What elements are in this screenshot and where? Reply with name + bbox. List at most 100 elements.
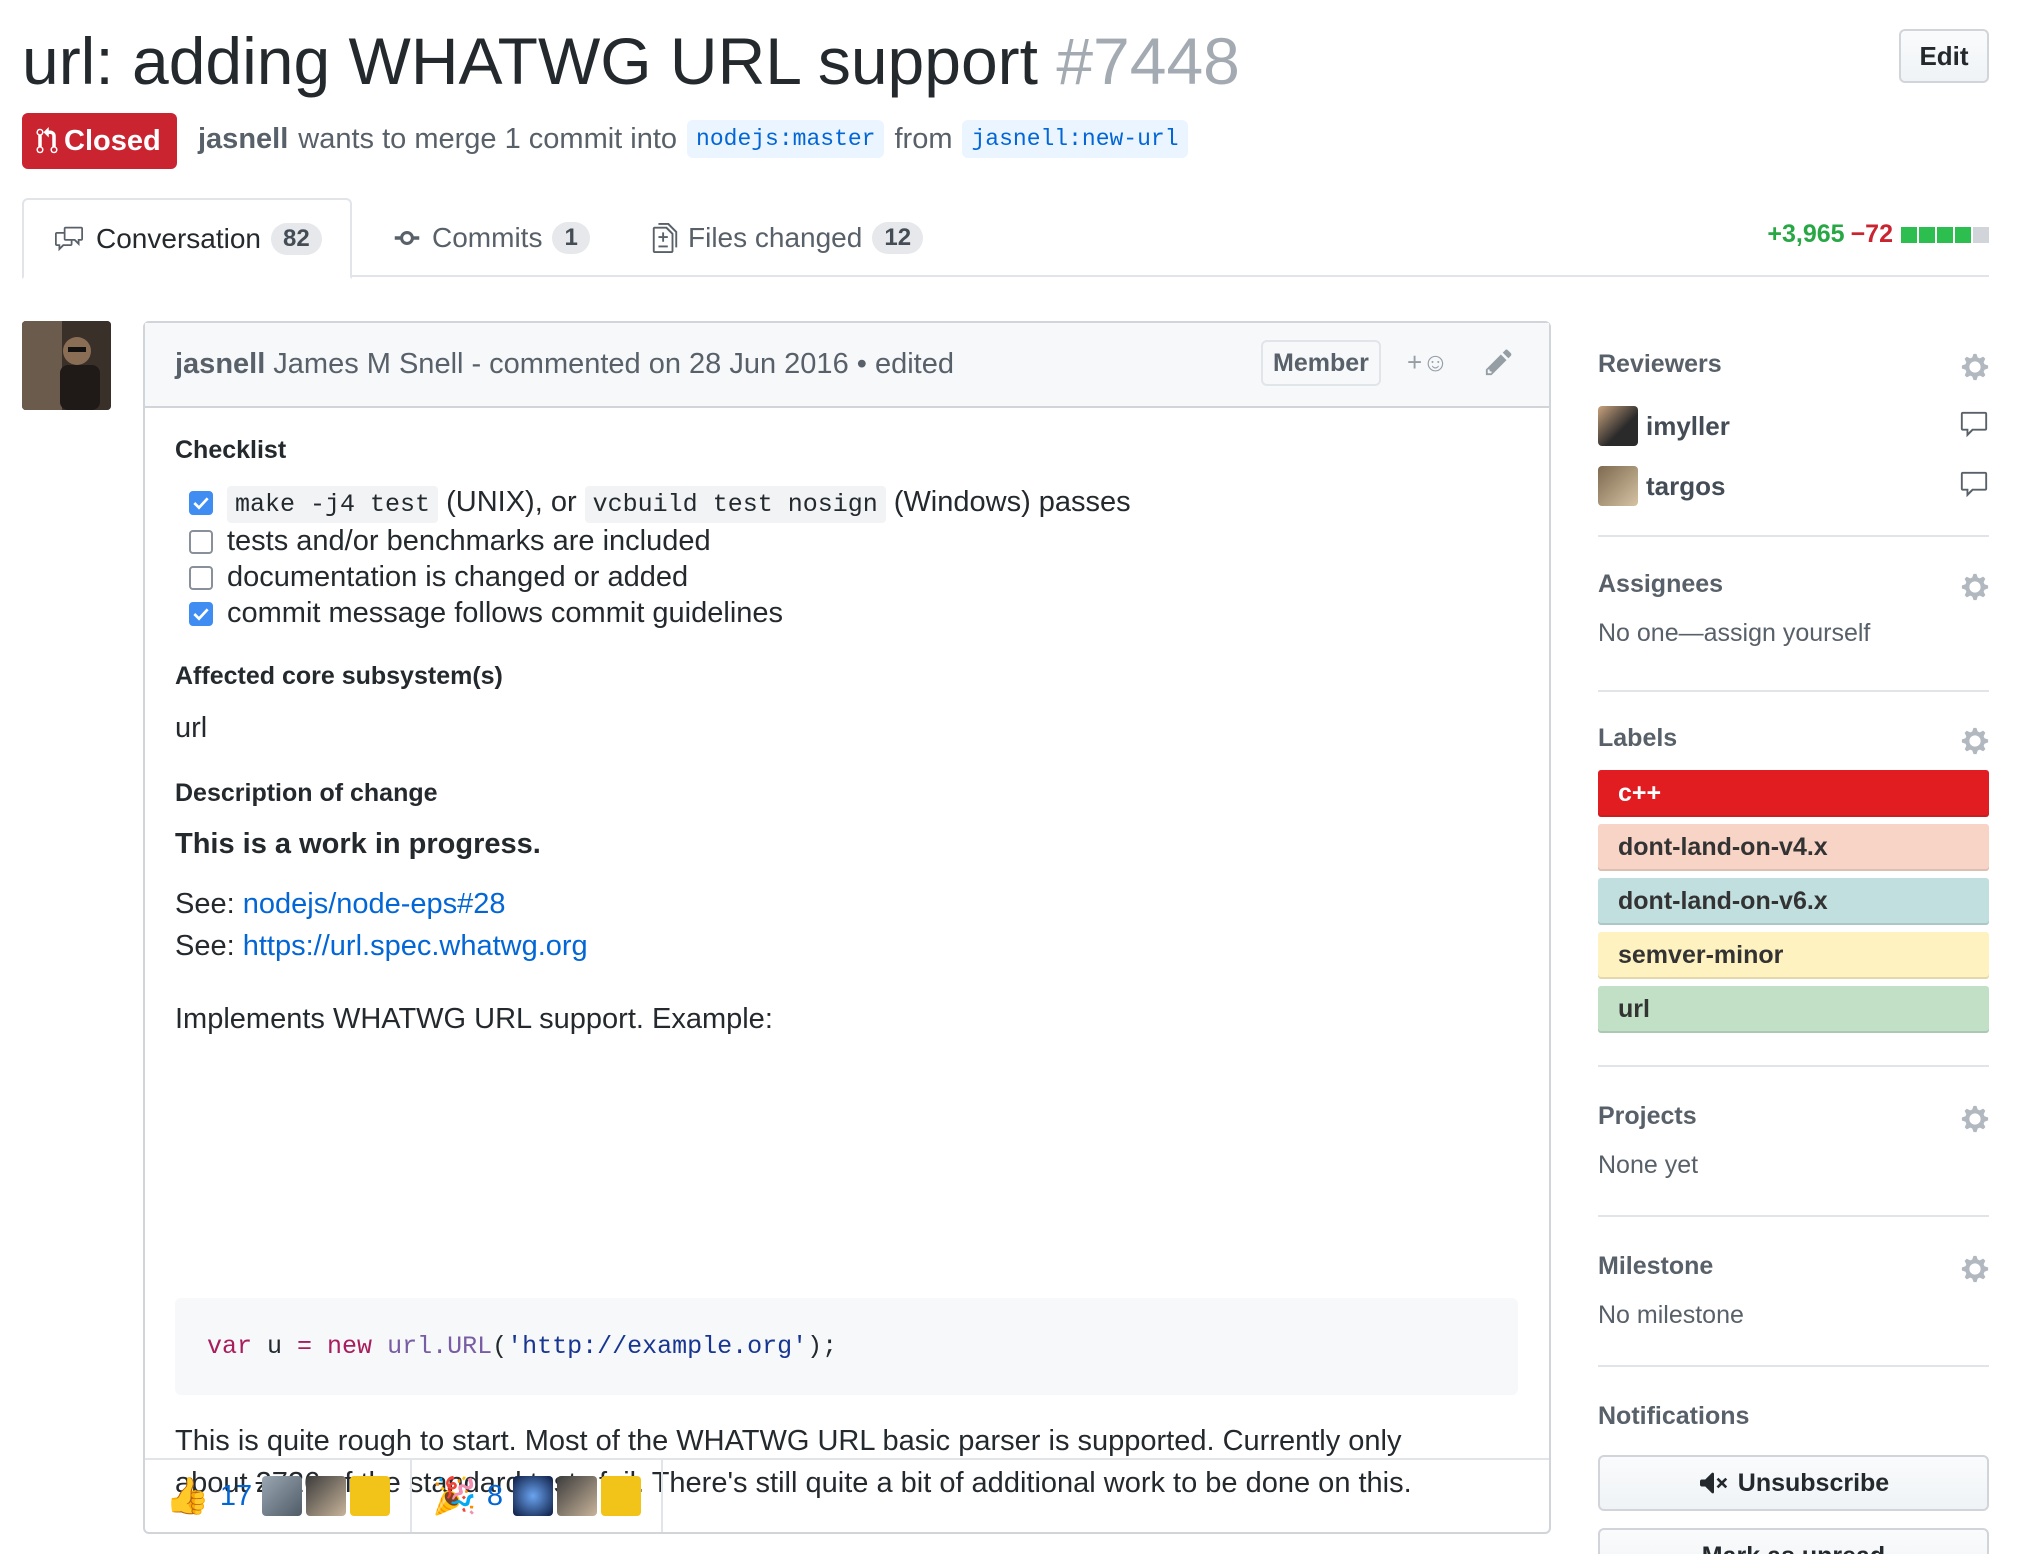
divider xyxy=(1598,1215,1989,1217)
assign-yourself-link[interactable]: No one—assign yourself xyxy=(1598,619,1989,648)
task-checkbox[interactable] xyxy=(189,490,213,515)
gear-icon[interactable] xyxy=(1961,1254,1989,1284)
reviewer-name: imyller xyxy=(1646,410,1730,441)
diffstat: +3,965 −72 xyxy=(1767,220,1989,249)
status-badge: Closed xyxy=(22,113,177,169)
pr-title-text: url: adding WHATWG URL support xyxy=(22,24,1038,98)
pr-author-link[interactable]: jasnell xyxy=(198,123,288,156)
inline-code: make -j4 test xyxy=(227,486,439,523)
diffstat-bar xyxy=(1899,226,1989,243)
pull-request-icon xyxy=(36,127,58,154)
comment-author[interactable]: jasnell xyxy=(175,348,265,381)
reviewer-item[interactable]: imyller xyxy=(1598,406,1730,446)
reviewers-section: Reviewers xyxy=(1598,350,1989,382)
reaction-count: 17 xyxy=(219,1479,253,1512)
reaction-count: 8 xyxy=(486,1479,504,1512)
task-item: tests and/or benchmarks are included xyxy=(189,525,711,558)
base-branch[interactable]: nodejs:master xyxy=(687,120,885,158)
comment-icon xyxy=(1960,411,1988,438)
wip-text: This is a work in progress. xyxy=(175,828,541,860)
mark-unread-button[interactable]: Mark as unread xyxy=(1598,1528,1989,1554)
tab-files-label: Files changed xyxy=(688,221,863,253)
task-text: (Windows) passes xyxy=(893,486,1131,518)
see-label: See: xyxy=(175,930,235,962)
tab-conversation[interactable]: Conversation 82 xyxy=(22,198,352,279)
tab-conversation-count: 82 xyxy=(270,222,322,255)
label-url[interactable]: url xyxy=(1598,986,1989,1033)
node-eps-link[interactable]: nodejs/node-eps#28 xyxy=(243,888,506,920)
code-paren: ( xyxy=(492,1332,508,1361)
mute-icon xyxy=(1699,1472,1727,1494)
reactions-bar: 👍 17 🎉 8 xyxy=(145,1458,1549,1532)
task-checkbox[interactable] xyxy=(189,601,213,626)
edit-button[interactable]: Edit xyxy=(1899,29,1989,83)
milestone-title[interactable]: Milestone xyxy=(1598,1252,1989,1281)
pr-number: #7448 xyxy=(1056,24,1240,98)
milestone-value: No milestone xyxy=(1598,1301,1744,1329)
label-dont-land-v4[interactable]: dont-land-on-v4.x xyxy=(1598,824,1989,871)
comment-discussion-icon xyxy=(55,226,83,251)
pr-title: url: adding WHATWG URL support #7448 xyxy=(22,22,1240,100)
tab-files-changed[interactable]: Files changed 12 xyxy=(652,198,924,277)
checklist-heading: Checklist xyxy=(175,436,287,464)
comment-full-name: James M Snell xyxy=(273,348,464,380)
avatar[interactable] xyxy=(22,321,111,410)
notifications-section: Notifications xyxy=(1598,1402,1989,1431)
avatar xyxy=(262,1476,303,1516)
party-popper-icon: 🎉 xyxy=(432,1475,477,1516)
reaction-hooray[interactable]: 🎉 8 xyxy=(412,1460,664,1532)
gear-icon[interactable] xyxy=(1961,572,1989,602)
notifications-title: Notifications xyxy=(1598,1402,1750,1430)
subsystem-value: url xyxy=(175,712,208,744)
inline-code: vcbuild test nosign xyxy=(584,486,886,523)
comment-box: jasnell James M Snell - commented on 28 … xyxy=(143,321,1551,1534)
task-text: documentation is changed or added xyxy=(227,561,689,593)
unsubscribe-button[interactable]: Unsubscribe xyxy=(1598,1455,1989,1511)
reviewers-title[interactable]: Reviewers xyxy=(1598,350,1989,379)
status-text: Closed xyxy=(64,124,161,157)
avatar xyxy=(350,1476,391,1516)
code-keyword: var xyxy=(207,1332,253,1361)
whatwg-spec-link[interactable]: https://url.spec.whatwg.org xyxy=(243,930,588,962)
tab-commits-count: 1 xyxy=(552,221,590,254)
tab-commits[interactable]: Commits 1 xyxy=(392,198,590,277)
milestone-section: Milestone No milestone xyxy=(1598,1252,1989,1330)
gear-icon[interactable] xyxy=(1961,1104,1989,1134)
labels-title[interactable]: Labels xyxy=(1598,724,1989,753)
gear-icon[interactable] xyxy=(1961,352,1989,382)
merge-text: wants to merge 1 commit into xyxy=(298,122,678,155)
gear-icon[interactable] xyxy=(1961,726,1989,756)
commit-icon xyxy=(394,230,420,245)
label-cpp[interactable]: c++ xyxy=(1598,770,1989,817)
implements-text: Implements WHATWG URL support. Example: xyxy=(175,1003,773,1035)
tab-files-count: 12 xyxy=(872,221,924,254)
label-dont-land-v6[interactable]: dont-land-on-v6.x xyxy=(1598,878,1989,925)
label-semver-minor[interactable]: semver-minor xyxy=(1598,932,1989,979)
pencil-icon[interactable] xyxy=(1485,347,1513,385)
code-close: ); xyxy=(807,1332,838,1361)
task-item: documentation is changed or added xyxy=(189,561,688,594)
code-operator: = xyxy=(297,1332,313,1361)
see-line-1: See: nodejs/node-eps#28 xyxy=(175,888,506,921)
projects-title[interactable]: Projects xyxy=(1598,1102,1989,1131)
projects-section: Projects None yet xyxy=(1598,1102,1989,1180)
avatar xyxy=(557,1476,598,1516)
task-text: commit message follows commit guidelines xyxy=(227,597,784,629)
task-checkbox[interactable] xyxy=(189,529,213,554)
reaction-thumbs-up[interactable]: 👍 17 xyxy=(145,1460,413,1532)
projects-value: None yet xyxy=(1598,1151,1699,1179)
labels-section: Labels xyxy=(1598,724,1989,756)
reviewer-item[interactable]: targos xyxy=(1598,466,1725,506)
task-checkbox[interactable] xyxy=(189,565,213,590)
assignees-title[interactable]: Assignees xyxy=(1598,570,1989,599)
add-reaction-icon[interactable]: +☺ xyxy=(1407,347,1449,378)
avatar xyxy=(601,1476,642,1516)
code-function: url.URL xyxy=(372,1332,493,1361)
code-var: u xyxy=(252,1332,298,1361)
task-item: make -j4 test (UNIX), or vcbuild test no… xyxy=(189,486,1131,523)
assignees-section: Assignees No one—assign yourself xyxy=(1598,570,1989,648)
tab-conversation-label: Conversation xyxy=(96,222,261,254)
tab-commits-label: Commits xyxy=(432,221,543,253)
head-branch[interactable]: jasnell:new-url xyxy=(962,120,1188,158)
code-string: 'http://example.org' xyxy=(507,1332,808,1361)
